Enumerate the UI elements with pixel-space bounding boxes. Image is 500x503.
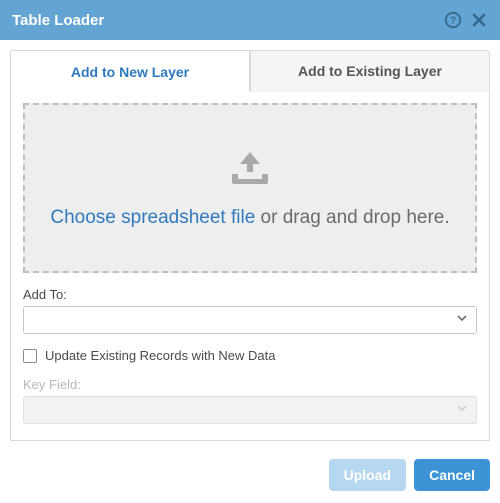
tab-add-to-existing-layer[interactable]: Add to Existing Layer (250, 50, 490, 92)
button-label: Upload (344, 467, 391, 483)
titlebar: Table Loader ? (0, 0, 500, 40)
dialog-footer: Upload Cancel (0, 447, 500, 503)
tab-label: Add to New Layer (71, 64, 189, 80)
dialog-title: Table Loader (12, 12, 444, 29)
upload-icon (226, 148, 274, 193)
choose-file-link[interactable]: Choose spreadsheet file (50, 207, 255, 228)
tab-label: Add to Existing Layer (298, 63, 442, 79)
close-icon[interactable] (470, 11, 488, 29)
update-existing-checkbox[interactable] (23, 349, 37, 363)
chevron-down-icon (456, 311, 468, 329)
file-dropzone[interactable]: Choose spreadsheet file or drag and drop… (23, 103, 477, 273)
add-to-select[interactable] (23, 306, 477, 334)
dialog-body: Add to New Layer Add to Existing Layer C… (0, 40, 500, 447)
existing-layer-panel: Choose spreadsheet file or drag and drop… (10, 91, 490, 441)
dropzone-text: Choose spreadsheet file or drag and drop… (50, 207, 449, 229)
key-field-select (23, 396, 477, 424)
titlebar-controls: ? (444, 11, 488, 29)
cancel-button[interactable]: Cancel (414, 459, 490, 491)
button-label: Cancel (429, 467, 475, 483)
update-existing-row: Update Existing Records with New Data (23, 348, 477, 363)
dropzone-rest-text: or drag and drop here. (255, 207, 449, 228)
table-loader-dialog: Table Loader ? Add to New Layer Add to E… (0, 0, 500, 503)
tabs: Add to New Layer Add to Existing Layer (10, 50, 490, 92)
svg-text:?: ? (450, 16, 456, 27)
help-icon[interactable]: ? (444, 11, 462, 29)
upload-button[interactable]: Upload (329, 459, 406, 491)
tab-add-to-new-layer[interactable]: Add to New Layer (10, 50, 250, 92)
chevron-down-icon (456, 401, 468, 419)
add-to-label: Add To: (23, 287, 477, 302)
update-existing-label: Update Existing Records with New Data (45, 348, 276, 363)
key-field-label: Key Field: (23, 377, 477, 392)
